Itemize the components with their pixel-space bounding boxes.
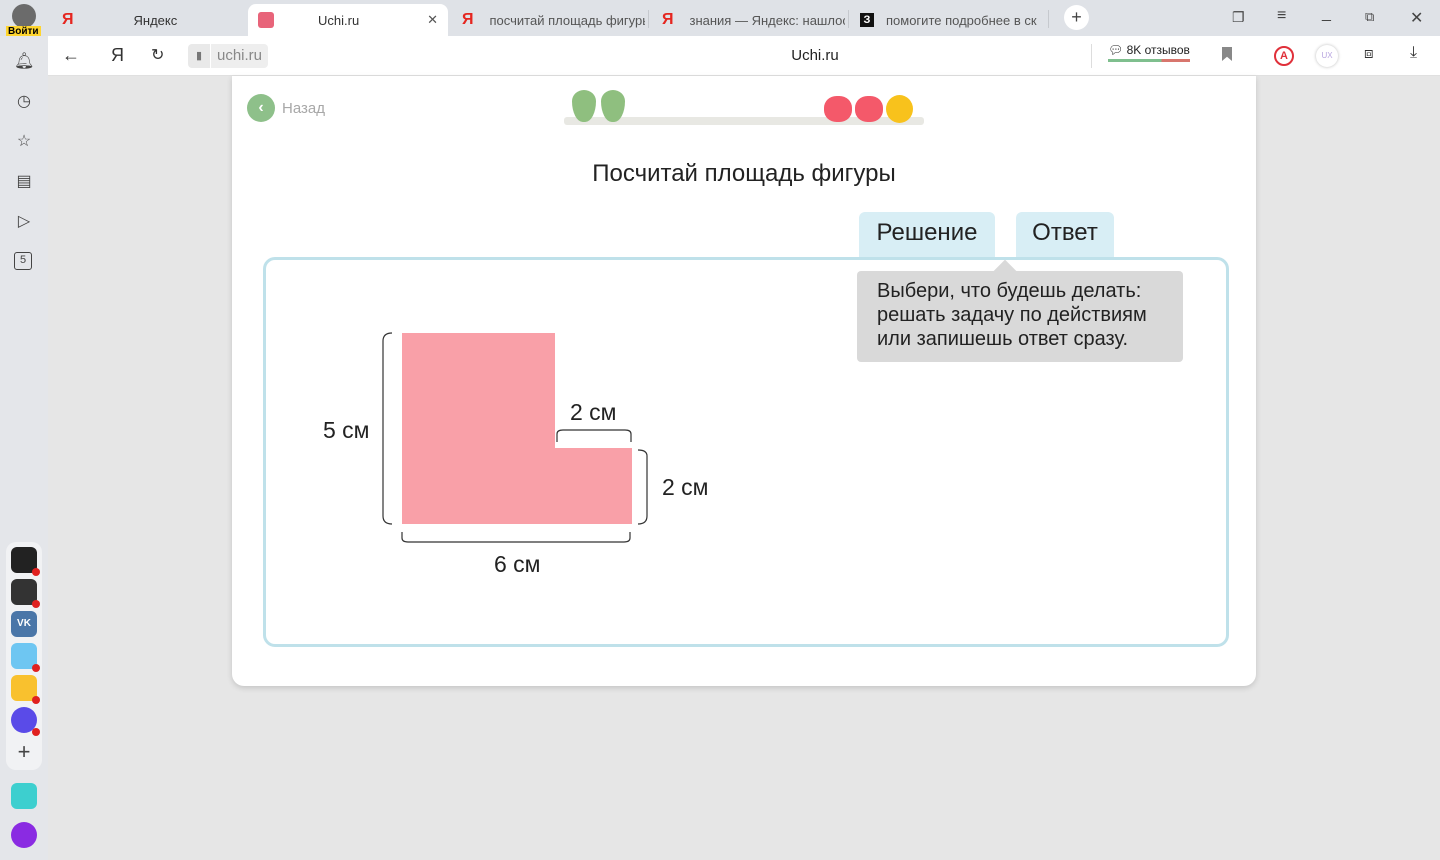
avatar[interactable] (12, 4, 36, 28)
messenger-icon[interactable] (11, 707, 40, 736)
send-app-icon[interactable] (11, 783, 37, 809)
close-tab-icon[interactable]: ✕ (427, 12, 438, 28)
tab-bar: Войти Я Яндекс Uchi.ru ✕ Япосчитай площадь… (0, 0, 1440, 37)
bracket-height (382, 332, 393, 525)
reviews-label: 8K отзывов (1126, 43, 1190, 57)
sparkle-app-icon[interactable] (11, 579, 40, 608)
label-step-width: 2 см (570, 399, 617, 425)
restore-icon[interactable]: ⧉ (1365, 9, 1374, 25)
new-tab-button[interactable]: + (1064, 5, 1089, 30)
tab-search-area[interactable]: Япосчитай площадь фигуры (450, 4, 648, 36)
camera-app-icon[interactable] (11, 547, 40, 576)
yandex-icon: Я (462, 11, 474, 28)
figure-shape (402, 333, 632, 524)
star-icon[interactable]: ☆ (14, 132, 34, 152)
tab-znanija-search[interactable]: Язнания — Яндекс: нашлос (650, 4, 848, 36)
collections-icon[interactable]: ▤ (14, 172, 34, 192)
url-field[interactable]: uchi.ru (211, 44, 269, 68)
close-window-icon[interactable]: ✕ (1410, 8, 1423, 28)
download-icon[interactable]: ⤓ (1410, 44, 1417, 62)
lock-icon[interactable]: ▮ (188, 44, 210, 68)
reviews-badge[interactable]: 💬︎ 8K отзывов (1108, 43, 1190, 62)
bookmarks-icon[interactable]: ❐ (1232, 9, 1245, 26)
minimize-icon[interactable]: _ (1322, 5, 1331, 23)
alice-icon[interactable] (11, 822, 37, 848)
address-bar: ← Я ↻ ▮ uchi.ru Uchi.ru 💬︎ 8K отзывов A … (48, 36, 1440, 76)
bracket-step-height (637, 449, 648, 525)
tab-title: Яндекс (133, 12, 178, 28)
page-title: Uchi.ru (791, 47, 839, 64)
notes-icon[interactable]: 5 (14, 252, 32, 270)
add-app-icon[interactable]: + (14, 741, 34, 763)
menu-icon[interactable]: ≡ (1277, 7, 1286, 25)
l-shape-figure (382, 332, 648, 543)
reload-icon[interactable]: ↻ (151, 45, 164, 65)
yandex-icon: Я (662, 11, 674, 28)
bracket-width (401, 532, 631, 543)
label-height: 5 см (323, 417, 370, 443)
tab-title: посчитай площадь фигуры (489, 12, 645, 28)
back-arrow-icon[interactable]: ← (62, 45, 80, 66)
market-icon[interactable] (11, 643, 40, 672)
uchi-icon (258, 12, 274, 28)
label-width: 6 см (494, 551, 541, 577)
history-icon[interactable]: ◷ (14, 92, 34, 112)
tab-znanija[interactable]: Зпомогите подробнее в ск (850, 4, 1048, 36)
znanija-icon: З (860, 13, 874, 27)
mail-icon[interactable] (11, 675, 40, 704)
ux-extension-icon[interactable]: UX (1316, 45, 1338, 67)
tab-title: помогите подробнее в ск (886, 12, 1037, 28)
tab-title: знания — Яндекс: нашлос (689, 12, 845, 28)
vk-icon[interactable]: VK (11, 611, 37, 637)
adblock-icon[interactable]: A (1274, 46, 1294, 66)
label-step-height: 2 см (662, 474, 709, 500)
tab-uchi[interactable]: Uchi.ru ✕ (248, 4, 448, 36)
browser-sidebar: 🔔︎ ◷ ☆ ▤ ▷ 5 VK + (0, 36, 48, 860)
extensions-icon[interactable]: ⧈ (1364, 45, 1374, 62)
tab-title: Uchi.ru (318, 12, 360, 28)
tab-yandex[interactable]: Я Яндекс (50, 4, 246, 36)
bookmark-icon[interactable] (1222, 47, 1232, 61)
video-icon[interactable]: ▷ (14, 212, 34, 232)
task-card: ‹ Назад Посчитай площадь фигуры Решение … (232, 76, 1256, 686)
yandex-home-icon[interactable]: Я (111, 45, 124, 66)
bell-icon[interactable]: 🔔︎ (14, 52, 34, 72)
yandex-icon: Я (62, 11, 74, 28)
bracket-step-width (556, 429, 632, 442)
